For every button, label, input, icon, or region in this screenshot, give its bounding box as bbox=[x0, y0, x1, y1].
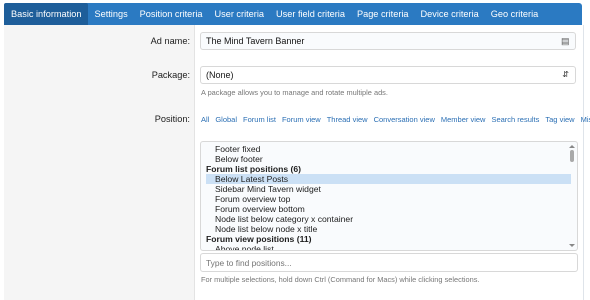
list-icon[interactable]: ▤ bbox=[561, 36, 570, 46]
label-column bbox=[4, 25, 195, 300]
ad-name-label: Ad name: bbox=[150, 36, 190, 46]
filter-link-search-results[interactable]: Search results bbox=[491, 115, 539, 124]
scroll-up-icon[interactable] bbox=[569, 145, 575, 148]
list-option[interactable]: Below Latest Posts bbox=[206, 174, 571, 184]
filter-link-forum-list[interactable]: Forum list bbox=[243, 115, 276, 124]
filter-link-all[interactable]: All bbox=[201, 115, 209, 124]
list-option[interactable]: Node list below category x container bbox=[206, 214, 566, 224]
filter-link-tag-view[interactable]: Tag view bbox=[545, 115, 574, 124]
ad-editor-form: Basic information Settings Position criter… bbox=[0, 0, 590, 300]
position-filter-links: All Global Forum list Forum view Thread view… bbox=[201, 114, 590, 126]
list-option[interactable]: Forum overview top bbox=[206, 194, 566, 204]
option-group-label: Forum view positions (11) bbox=[206, 234, 312, 244]
filter-link-conversation-view[interactable]: Conversation view bbox=[374, 115, 435, 124]
list-option[interactable]: Node list below node x title bbox=[206, 224, 566, 234]
position-listbox[interactable]: Footer fixed Below footer Forum list posit… bbox=[200, 141, 578, 251]
filter-link-miscellaneous[interactable]: Miscellaneous bbox=[581, 115, 590, 124]
filter-link-thread-view[interactable]: Thread view bbox=[327, 115, 368, 124]
tab-bar: Basic information Settings Position criter… bbox=[4, 3, 582, 25]
tab-geo-criteria[interactable]: Geo criteria bbox=[485, 3, 545, 25]
list-option[interactable]: Below footer bbox=[206, 154, 566, 164]
list-option[interactable]: Above node list bbox=[206, 244, 566, 250]
package-select[interactable]: (None) ⇵ bbox=[200, 66, 576, 84]
scrollbar-thumb[interactable] bbox=[570, 150, 574, 162]
find-positions-input[interactable] bbox=[200, 253, 578, 272]
filter-link-forum-view[interactable]: Forum view bbox=[282, 115, 321, 124]
list-option[interactable]: Footer fixed bbox=[206, 144, 566, 154]
option-group-label: Forum list positions (6) bbox=[206, 164, 302, 174]
package-label: Package: bbox=[151, 70, 190, 80]
position-hint: For multiple selections, hold down Ctrl … bbox=[201, 275, 480, 284]
tab-device-criteria[interactable]: Device criteria bbox=[415, 3, 485, 25]
scroll-down-icon[interactable] bbox=[569, 244, 575, 247]
tab-basic-information[interactable]: Basic information bbox=[4, 3, 89, 25]
tab-position-criteria[interactable]: Position criteria bbox=[134, 3, 209, 25]
position-options: Footer fixed Below footer Forum list posit… bbox=[206, 144, 571, 250]
tab-user-criteria[interactable]: User criteria bbox=[208, 3, 270, 25]
ad-name-input[interactable]: The Mind Tavern Banner ▤ bbox=[200, 32, 576, 50]
list-option[interactable]: Sidebar Mind Tavern widget bbox=[206, 184, 566, 194]
tab-user-field-criteria[interactable]: User field criteria bbox=[270, 3, 351, 25]
ad-name-value: The Mind Tavern Banner bbox=[206, 36, 305, 46]
list-option[interactable]: Forum overview bottom bbox=[206, 204, 566, 214]
package-value: (None) bbox=[206, 70, 234, 80]
filter-link-member-view[interactable]: Member view bbox=[441, 115, 486, 124]
filter-link-global[interactable]: Global bbox=[215, 115, 237, 124]
package-hint: A package allows you to manage and rotat… bbox=[201, 88, 388, 97]
tab-page-criteria[interactable]: Page criteria bbox=[351, 3, 415, 25]
tab-settings[interactable]: Settings bbox=[88, 3, 133, 25]
position-label: Position: bbox=[154, 114, 190, 124]
updown-chevron-icon: ⇵ bbox=[562, 70, 569, 79]
